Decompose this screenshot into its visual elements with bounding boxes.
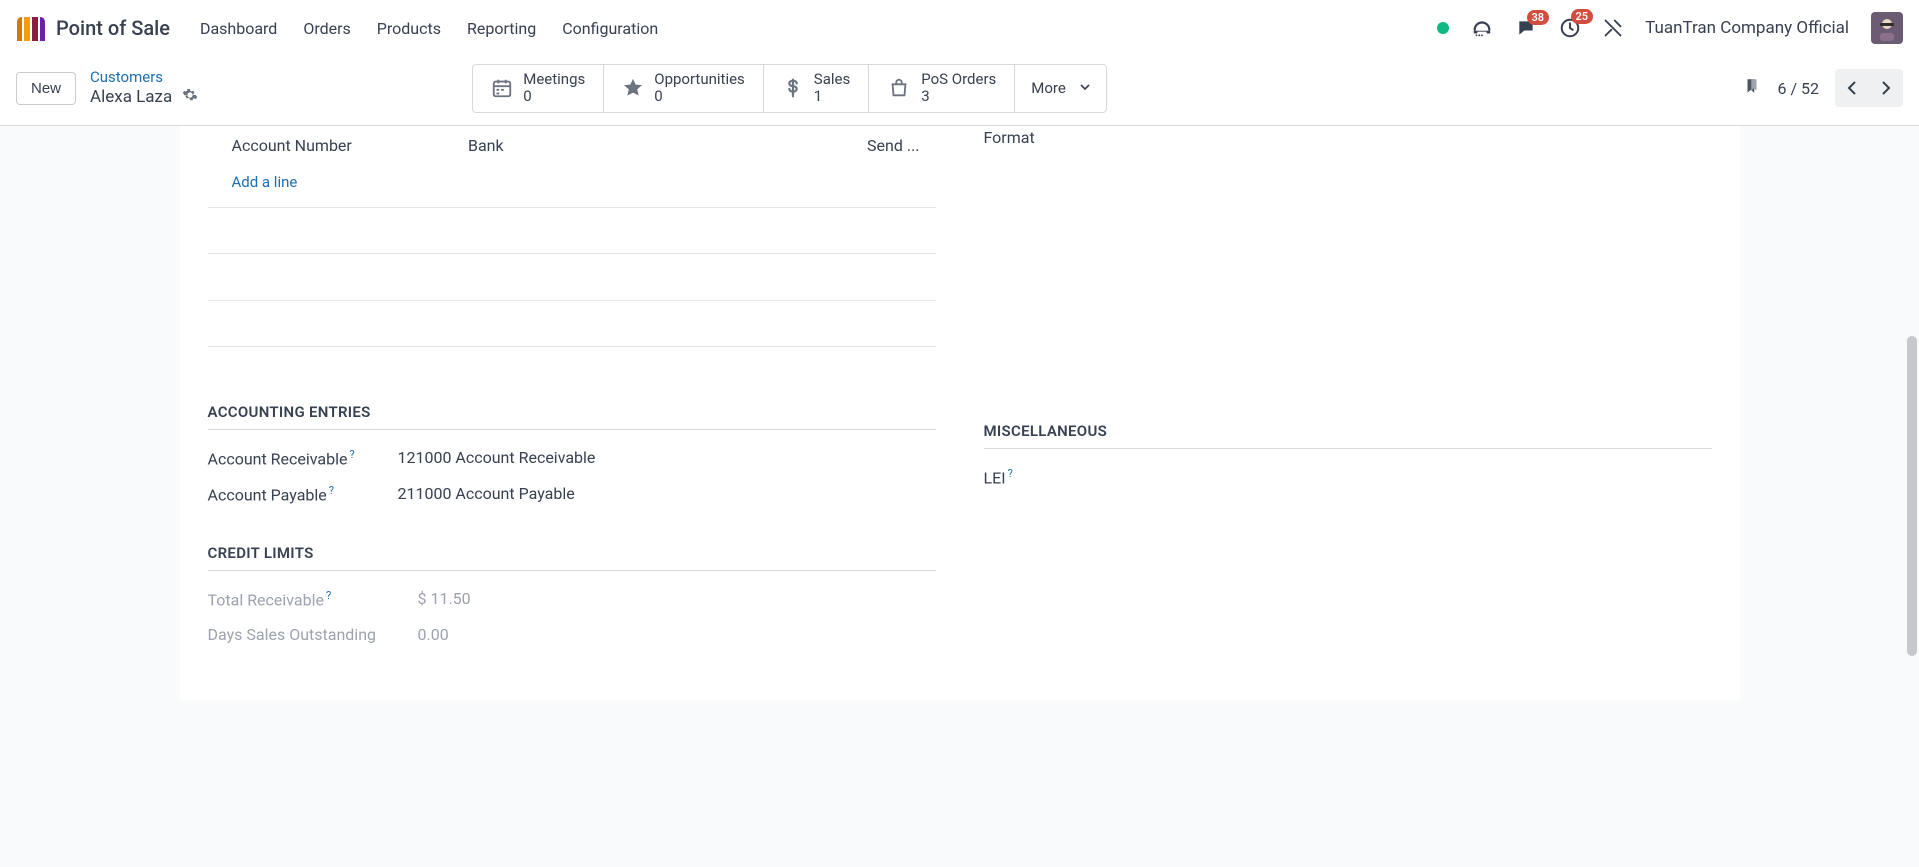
- blank-row: [208, 208, 936, 254]
- stat-meetings-count: 0: [523, 88, 585, 105]
- chevron-right-icon: [1880, 80, 1892, 96]
- dollar-icon: [782, 76, 804, 100]
- label-account-receivable: Account Receivable?: [208, 448, 398, 468]
- col-send: Send ...: [748, 136, 920, 155]
- stat-sales[interactable]: Sales 1: [764, 65, 869, 112]
- help-icon[interactable]: ?: [1008, 467, 1013, 480]
- breadcrumb: Customers Alexa Laza: [90, 68, 198, 109]
- stat-sales-label: Sales: [814, 71, 850, 88]
- headset-icon: [1471, 18, 1493, 38]
- control-bar: New Customers Alexa Laza Meetings 0: [0, 56, 1919, 126]
- gear-icon[interactable]: [182, 87, 198, 109]
- value-account-payable[interactable]: 211000 Account Payable: [398, 484, 936, 503]
- label-account-payable: Account Payable?: [208, 484, 398, 504]
- breadcrumb-parent[interactable]: Customers: [90, 68, 198, 87]
- stat-opportunities-count: 0: [654, 88, 745, 105]
- messages-badge: 38: [1527, 10, 1550, 25]
- nav-links: Dashboard Orders Products Reporting Conf…: [200, 19, 658, 38]
- nav-products[interactable]: Products: [377, 19, 441, 38]
- help-icon[interactable]: ?: [349, 448, 354, 461]
- stat-pos-label: PoS Orders: [921, 71, 996, 88]
- star-icon: [622, 77, 644, 99]
- bank-table-headers: Account Number Bank Send ...: [208, 126, 936, 165]
- activities-button[interactable]: 25: [1559, 17, 1581, 39]
- help-icon[interactable]: ?: [329, 484, 334, 497]
- bookmark-icon[interactable]: [1743, 75, 1761, 101]
- nav-orders[interactable]: Orders: [303, 19, 350, 38]
- gap-row: [208, 254, 936, 300]
- calendar-icon: [491, 77, 513, 99]
- tools-icon: [1603, 18, 1623, 38]
- add-line-link[interactable]: Add a line: [208, 165, 936, 207]
- form-sheet: Account Number Bank Send ... Add a line …: [180, 126, 1740, 701]
- stat-more[interactable]: More: [1015, 65, 1106, 112]
- chevron-left-icon: [1846, 80, 1858, 96]
- pager-next[interactable]: [1869, 69, 1903, 107]
- right-controls: 6 / 52: [1743, 69, 1903, 107]
- breadcrumb-current: Alexa Laza: [90, 87, 172, 108]
- nav-right: 38 25 TuanTran Company Official: [1437, 12, 1903, 44]
- stat-meetings[interactable]: Meetings 0: [473, 65, 604, 112]
- pager-text[interactable]: 6 / 52: [1777, 79, 1819, 98]
- blank-row: [208, 301, 936, 347]
- company-name[interactable]: TuanTran Company Official: [1645, 18, 1849, 38]
- nav-configuration[interactable]: Configuration: [562, 19, 658, 38]
- navbar: Point of Sale Dashboard Orders Products …: [0, 0, 1919, 56]
- new-button[interactable]: New: [16, 72, 76, 105]
- label-format: Format: [984, 126, 1712, 147]
- section-miscellaneous: MISCELLANEOUS LEI?: [984, 422, 1712, 487]
- content: Account Number Bank Send ... Add a line …: [0, 126, 1919, 701]
- pager-prev[interactable]: [1835, 69, 1869, 107]
- section-title-credit: CREDIT LIMITS: [208, 544, 936, 571]
- pos-logo-icon: [16, 15, 46, 41]
- stat-buttons: Meetings 0 Opportunities 0 Sales 1: [472, 64, 1107, 113]
- col-account-number: Account Number: [232, 136, 469, 155]
- section-title-accounting: ACCOUNTING ENTRIES: [208, 403, 936, 430]
- col-bank: Bank: [468, 136, 748, 155]
- shopping-bag-icon: [887, 77, 911, 99]
- pager-buttons: [1835, 69, 1903, 107]
- value-total-receivable: $ 11.50: [398, 589, 936, 608]
- stat-opportunities[interactable]: Opportunities 0: [604, 65, 764, 112]
- messages-button[interactable]: 38: [1515, 18, 1537, 38]
- stat-opportunities-label: Opportunities: [654, 71, 745, 88]
- section-accounting-entries: ACCOUNTING ENTRIES Account Receivable? 1…: [208, 403, 936, 505]
- label-total-receivable: Total Receivable?: [208, 589, 398, 609]
- section-title-misc: MISCELLANEOUS: [984, 422, 1712, 449]
- section-credit-limits: CREDIT LIMITS Total Receivable? $ 11.50 …: [208, 544, 936, 644]
- nav-reporting[interactable]: Reporting: [467, 19, 536, 38]
- label-lei: LEI?: [984, 467, 1712, 487]
- value-account-receivable[interactable]: 121000 Account Receivable: [398, 448, 936, 467]
- nav-dashboard[interactable]: Dashboard: [200, 19, 277, 38]
- scrollbar[interactable]: [1905, 56, 1917, 867]
- activities-badge: 25: [1571, 9, 1594, 24]
- tools-button[interactable]: [1603, 18, 1623, 38]
- help-icon[interactable]: ?: [326, 589, 331, 602]
- stat-sales-count: 1: [814, 88, 850, 105]
- brand[interactable]: Point of Sale: [16, 15, 170, 41]
- avatar-icon: [1874, 15, 1900, 41]
- label-dso: Days Sales Outstanding: [208, 625, 418, 644]
- status-dot-icon: [1437, 22, 1449, 34]
- scrollbar-thumb[interactable]: [1907, 336, 1917, 656]
- stat-pos-count: 3: [921, 88, 996, 105]
- voip-button[interactable]: [1471, 18, 1493, 38]
- more-label: More: [1031, 79, 1066, 97]
- stat-pos-orders[interactable]: PoS Orders 3: [869, 65, 1015, 112]
- app-title: Point of Sale: [56, 16, 170, 40]
- stat-meetings-label: Meetings: [523, 71, 585, 88]
- caret-down-icon: [1080, 84, 1090, 92]
- user-avatar[interactable]: [1871, 12, 1903, 44]
- value-dso: 0.00: [418, 625, 936, 644]
